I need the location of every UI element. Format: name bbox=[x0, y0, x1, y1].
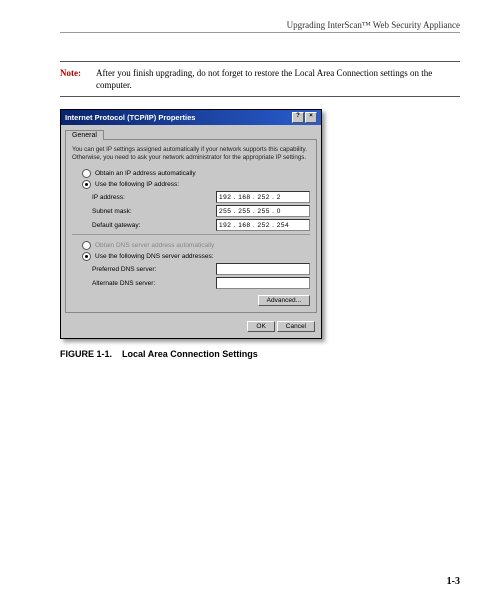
radio-icon bbox=[82, 252, 91, 261]
note-label: Note: bbox=[60, 67, 96, 91]
default-gateway-input[interactable]: 192 . 168 . 252 . 254 bbox=[216, 219, 310, 231]
figure-label: FIGURE 1-1. bbox=[60, 349, 112, 359]
field-label: Default gateway: bbox=[92, 222, 140, 229]
tcpip-properties-dialog: Internet Protocol (TCP/IP) Properties ? … bbox=[60, 109, 322, 339]
radio-label: Obtain an IP address automatically bbox=[95, 170, 196, 177]
field-label: Preferred DNS server: bbox=[92, 266, 156, 273]
page-number: 1-3 bbox=[447, 576, 460, 587]
radio-obtain-ip[interactable]: Obtain an IP address automatically bbox=[82, 169, 310, 178]
note-block: Note: After you finish upgrading, do not… bbox=[60, 61, 460, 97]
radio-icon bbox=[82, 241, 91, 250]
radio-icon bbox=[82, 180, 91, 189]
subnet-mask-input[interactable]: 255 . 255 . 255 . 0 bbox=[216, 205, 310, 217]
cancel-button[interactable]: Cancel bbox=[277, 321, 315, 332]
help-icon[interactable]: ? bbox=[292, 112, 304, 123]
divider bbox=[72, 234, 310, 235]
field-default-gateway: Default gateway: 192 . 168 . 252 . 254 bbox=[92, 219, 310, 231]
dialog-description: You can get IP settings assigned automat… bbox=[72, 146, 310, 161]
dialog-title: Internet Protocol (TCP/IP) Properties bbox=[65, 113, 195, 122]
field-label: IP address: bbox=[92, 194, 125, 201]
figure-caption: FIGURE 1-1. Local Area Connection Settin… bbox=[60, 349, 460, 359]
tab-general[interactable]: General bbox=[65, 130, 104, 140]
radio-obtain-dns: Obtain DNS server address automatically bbox=[82, 241, 310, 250]
close-icon[interactable]: × bbox=[305, 112, 317, 123]
radio-use-ip[interactable]: Use the following IP address: bbox=[82, 180, 310, 189]
radio-use-dns[interactable]: Use the following DNS server addresses: bbox=[82, 252, 310, 261]
preferred-dns-input[interactable] bbox=[216, 263, 310, 275]
ok-button[interactable]: OK bbox=[247, 321, 274, 332]
figure-title: Local Area Connection Settings bbox=[122, 349, 258, 359]
dialog-titlebar: Internet Protocol (TCP/IP) Properties ? … bbox=[61, 110, 321, 125]
note-text: After you finish upgrading, do not forge… bbox=[96, 67, 460, 91]
radio-label: Use the following DNS server addresses: bbox=[95, 253, 214, 260]
field-label: Subnet mask: bbox=[92, 208, 132, 215]
radio-icon bbox=[82, 169, 91, 178]
tab-row: General bbox=[61, 125, 321, 139]
page-header: Upgrading InterScan™ Web Security Applia… bbox=[60, 20, 460, 33]
field-preferred-dns: Preferred DNS server: bbox=[92, 263, 310, 275]
alternate-dns-input[interactable] bbox=[216, 277, 310, 289]
field-label: Alternate DNS server: bbox=[92, 280, 155, 287]
radio-label: Obtain DNS server address automatically bbox=[95, 242, 214, 249]
ip-address-input[interactable]: 192 . 168 . 252 . 2 bbox=[216, 191, 310, 203]
field-ip-address: IP address: 192 . 168 . 252 . 2 bbox=[92, 191, 310, 203]
field-subnet-mask: Subnet mask: 255 . 255 . 255 . 0 bbox=[92, 205, 310, 217]
dialog-panel: You can get IP settings assigned automat… bbox=[65, 139, 317, 313]
radio-label: Use the following IP address: bbox=[95, 181, 179, 188]
field-alternate-dns: Alternate DNS server: bbox=[92, 277, 310, 289]
advanced-button[interactable]: Advanced... bbox=[258, 295, 310, 306]
